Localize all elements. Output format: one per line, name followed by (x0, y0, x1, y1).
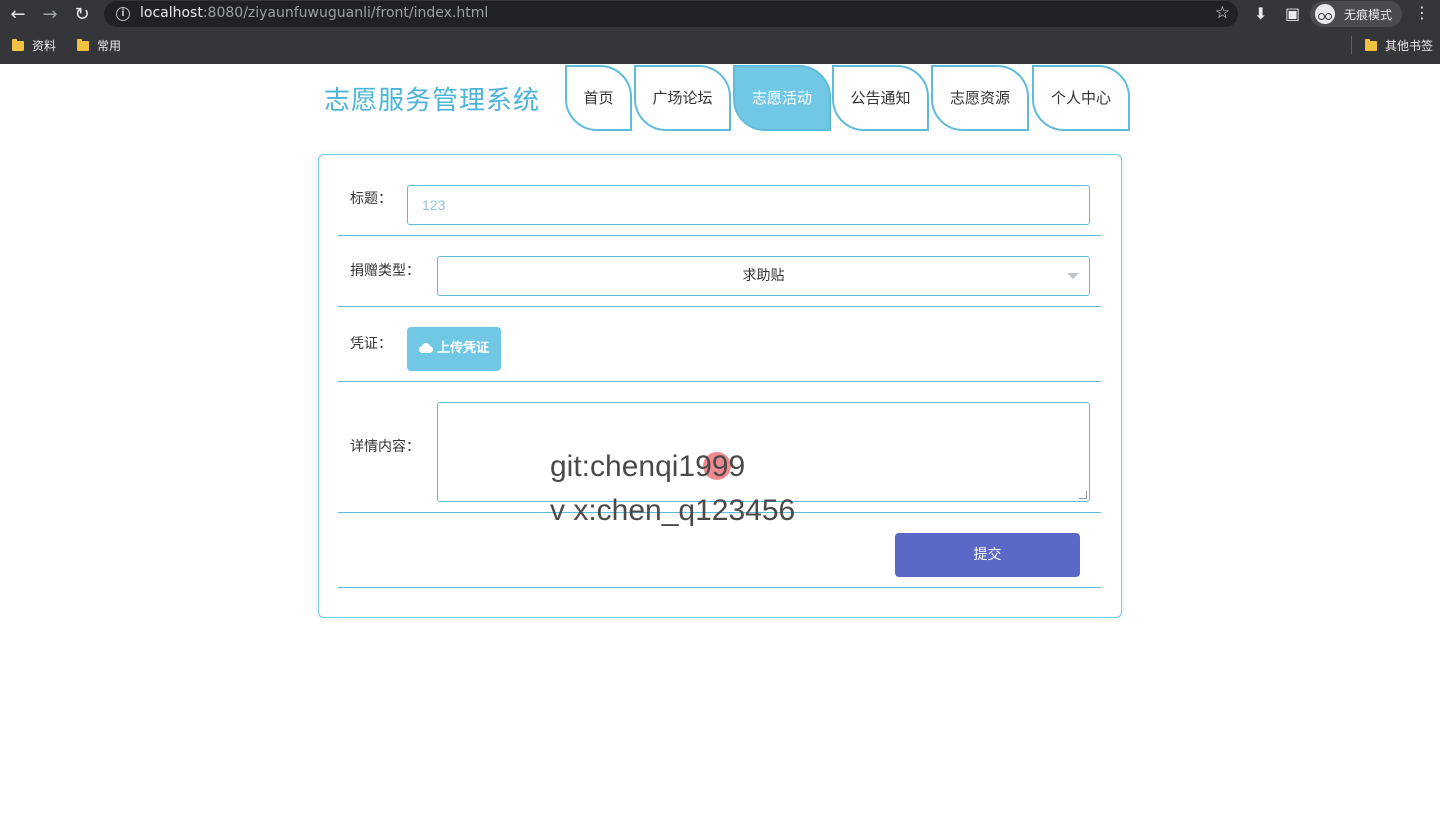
donation-type-select[interactable]: 求助贴 (437, 256, 1090, 296)
folder-icon (1365, 39, 1377, 51)
url-text[interactable]: localhost:8080/ziyaunfuwuguanli/front/in… (140, 5, 488, 21)
resize-handle-icon[interactable] (1079, 491, 1087, 499)
incognito-label: 无痕模式 (1344, 8, 1393, 22)
bookmark-folder-2[interactable]: 常用 (77, 37, 121, 55)
cloud-upload-icon (418, 343, 433, 353)
upload-proof-button[interactable]: 上传凭证 (407, 327, 501, 371)
bookmarks-divider (1351, 36, 1352, 54)
incognito-badge[interactable]: 无痕模式 (1310, 1, 1402, 27)
title-label: 标题： (350, 191, 392, 207)
upload-proof-label: 上传凭证 (436, 341, 489, 356)
detail-label: 详情内容： (350, 439, 420, 455)
incognito-icon (1315, 4, 1335, 24)
row-divider (338, 235, 1101, 236)
other-bookmarks[interactable]: 其他书签 (1365, 37, 1433, 55)
reload-icon[interactable]: ↻ (70, 3, 94, 27)
forward-icon[interactable]: → (38, 3, 62, 27)
title-input[interactable]: 123 (407, 185, 1090, 225)
browser-toolbar: ← → ↻ i localhost:8080/ziyaunfuwuguanli/… (0, 0, 1440, 30)
row-divider (338, 587, 1101, 588)
chevron-down-icon (1067, 273, 1079, 279)
tab-forum[interactable]: 广场论坛 (634, 65, 731, 131)
tab-volunteer-activity[interactable]: 志愿活动 (733, 65, 831, 131)
download-icon[interactable]: ⬇ (1254, 4, 1267, 23)
bookmark-folder-1[interactable]: 资料 (12, 37, 56, 55)
donation-type-label: 捐赠类型： (350, 263, 420, 279)
site-title: 志愿服务管理系统 (324, 86, 541, 116)
tab-home[interactable]: 首页 (565, 65, 632, 131)
tab-announcements[interactable]: 公告通知 (832, 65, 929, 131)
bookmarks-bar: 资料 常用 其他书签 (0, 32, 1440, 60)
row-divider (338, 306, 1101, 307)
submit-button[interactable]: 提交 (895, 533, 1080, 577)
back-icon[interactable]: ← (6, 3, 30, 27)
side-panel-icon[interactable]: ▣ (1285, 4, 1300, 23)
browser-chrome: ← → ↻ i localhost:8080/ziyaunfuwuguanli/… (0, 0, 1440, 64)
folder-icon (77, 39, 89, 51)
detail-textarea[interactable] (437, 402, 1090, 502)
row-divider (338, 381, 1101, 382)
watermark-line-1: git:chenqi1999 (550, 450, 746, 483)
address-bar[interactable]: i localhost:8080/ziyaunfuwuguanli/front/… (104, 1, 1238, 27)
watermark-line-2: v x:chen_q123456 (550, 494, 796, 527)
proof-label: 凭证： (350, 336, 392, 352)
folder-icon (12, 39, 24, 51)
donation-type-value: 求助贴 (742, 268, 785, 284)
tab-volunteer-resources[interactable]: 志愿资源 (931, 65, 1029, 131)
bookmark-star-icon[interactable]: ☆ (1215, 3, 1230, 23)
more-menu-icon[interactable]: ⋮ (1414, 3, 1430, 22)
tab-personal-center[interactable]: 个人中心 (1032, 65, 1130, 131)
info-icon[interactable]: i (116, 7, 130, 21)
